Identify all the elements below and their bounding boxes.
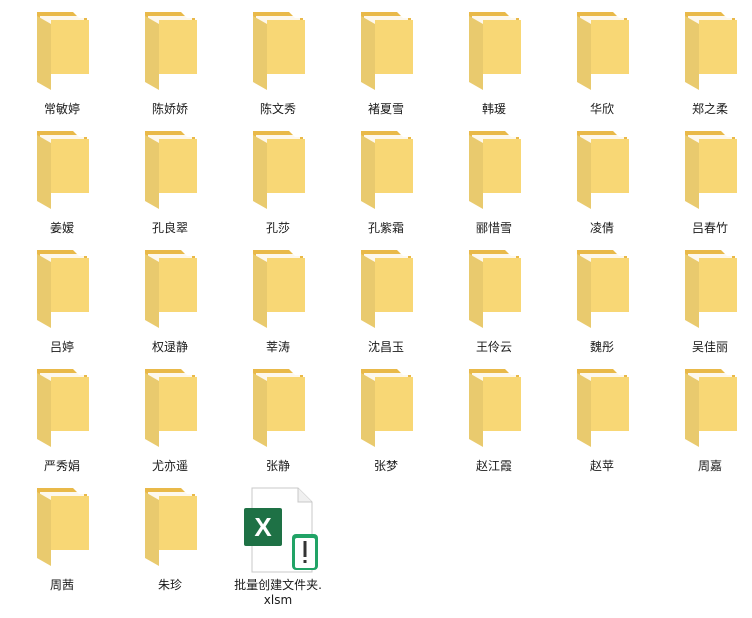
file-grid: 常敏婷 陈娇娇 陈文秀 褚夏雪 韩瑗 华欣 郑之柔 姜嫒 孔良翠 孔莎 孔紫霜 … [0,0,752,618]
folder-label: 郦惜雪 [475,221,512,235]
folder-item[interactable]: 朱珍 [120,482,220,598]
folder-item[interactable]: 赵江霞 [444,363,544,479]
folder-icon [12,10,112,98]
folder-icon [336,248,436,336]
folder-icon [120,129,220,217]
folder-item[interactable]: 陈娇娇 [120,6,220,122]
folder-icon [120,367,220,455]
folder-item[interactable]: 张梦 [336,363,436,479]
folder-label: 凌倩 [589,221,614,235]
folder-label: 王伶云 [475,340,512,354]
svg-text:X: X [254,512,272,542]
folder-label: 褚夏雪 [367,102,404,116]
folder-label: 姜嫒 [49,221,74,235]
folder-label: 张梦 [373,459,398,473]
folder-label: 陈文秀 [259,102,296,116]
folder-item[interactable]: 周嘉 [660,363,752,479]
folder-item[interactable]: 权逯静 [120,244,220,360]
folder-item[interactable]: 张静 [228,363,328,479]
folder-item[interactable]: 吕婷 [12,244,112,360]
folder-label: 吕婷 [49,340,74,354]
folder-label: 尤亦遥 [151,459,188,473]
folder-icon [120,486,220,574]
folder-icon [660,129,752,217]
folder-label: 张静 [265,459,290,473]
folder-item[interactable]: 韩瑗 [444,6,544,122]
folder-icon [444,129,544,217]
folder-icon [660,10,752,98]
folder-item[interactable]: 魏彤 [552,244,652,360]
folder-icon [228,10,328,98]
folder-label: 赵江霞 [475,459,512,473]
folder-item[interactable]: 吴佳丽 [660,244,752,360]
folder-label: 孔莎 [265,221,290,235]
file-label-line2: xlsm [263,593,293,607]
folder-item[interactable]: 常敏婷 [12,6,112,122]
folder-item[interactable]: 陈文秀 [228,6,328,122]
folder-label: 莘涛 [265,340,290,354]
folder-icon [444,248,544,336]
folder-label: 孔紫霜 [367,221,404,235]
folder-item[interactable]: 褚夏雪 [336,6,436,122]
folder-icon [120,10,220,98]
folder-icon [552,10,652,98]
folder-icon [228,367,328,455]
folder-icon [336,10,436,98]
folder-label: 韩瑗 [481,102,506,116]
folder-item[interactable]: 尤亦遥 [120,363,220,479]
folder-item[interactable]: 周茜 [12,482,112,598]
folder-item[interactable]: 赵苹 [552,363,652,479]
folder-icon [660,367,752,455]
folder-label: 华欣 [589,102,614,116]
folder-item[interactable]: 吕春竹 [660,125,752,241]
folder-label: 周嘉 [697,459,722,473]
folder-label: 周茜 [49,578,74,592]
folder-icon [12,486,112,574]
file-item-xlsm[interactable]: X 批量创建文件夹. xlsm [228,482,328,612]
folder-label: 权逯静 [151,340,188,354]
folder-item[interactable]: 郦惜雪 [444,125,544,241]
folder-label: 魏彤 [589,340,614,354]
file-label: 批量创建文件夹. xlsm [228,578,328,608]
folder-icon [12,248,112,336]
folder-label: 沈昌玉 [367,340,404,354]
folder-item[interactable]: 孔莎 [228,125,328,241]
folder-icon [552,248,652,336]
folder-icon [336,367,436,455]
folder-item[interactable]: 沈昌玉 [336,244,436,360]
folder-label: 郑之柔 [691,102,728,116]
folder-icon [552,129,652,217]
folder-label: 吴佳丽 [691,340,728,354]
folder-label: 常敏婷 [43,102,80,116]
folder-item[interactable]: 郑之柔 [660,6,752,122]
folder-item[interactable]: 姜嫒 [12,125,112,241]
folder-label: 赵苹 [589,459,614,473]
folder-item[interactable]: 严秀娟 [12,363,112,479]
folder-icon [228,129,328,217]
folder-icon [120,248,220,336]
folder-icon [444,367,544,455]
folder-item[interactable]: 王伶云 [444,244,544,360]
folder-item[interactable]: 华欣 [552,6,652,122]
folder-label: 陈娇娇 [151,102,188,116]
folder-icon [228,248,328,336]
folder-icon [336,129,436,217]
excel-macro-icon: X [228,486,328,574]
folder-label: 吕春竹 [691,221,728,235]
folder-item[interactable]: 孔良翠 [120,125,220,241]
folder-item[interactable]: 莘涛 [228,244,328,360]
folder-item[interactable]: 凌倩 [552,125,652,241]
folder-icon [444,10,544,98]
folder-icon [12,367,112,455]
folder-item[interactable]: 孔紫霜 [336,125,436,241]
file-label-line1: 批量创建文件夹. [234,578,322,592]
folder-icon [552,367,652,455]
folder-label: 严秀娟 [43,459,80,473]
folder-label: 朱珍 [157,578,182,592]
folder-label: 孔良翠 [151,221,188,235]
folder-icon [12,129,112,217]
folder-icon [660,248,752,336]
